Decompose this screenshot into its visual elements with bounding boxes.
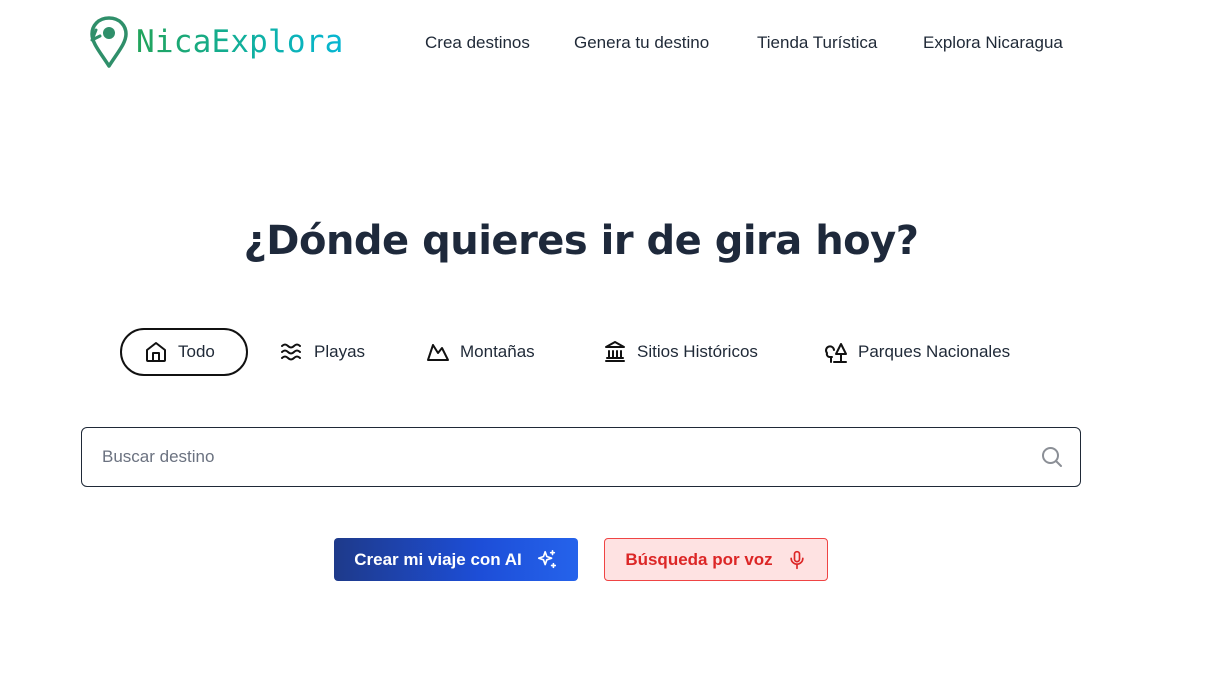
category-montanas[interactable]: Montañas (426, 328, 535, 376)
nav-genera-destino[interactable]: Genera tu destino (574, 33, 709, 53)
category-label: Todo (178, 342, 215, 361)
category-todo[interactable]: Todo (120, 328, 248, 376)
mountain-icon (427, 344, 449, 361)
waves-icon (281, 343, 301, 361)
brand-logo[interactable]: NicaExplora (88, 14, 344, 70)
page-title: ¿Dónde quieres ir de gira hoy? (243, 218, 919, 264)
search-bar (81, 427, 1081, 487)
category-label: Playas (314, 342, 366, 361)
category-sitios-historicos[interactable]: Sitios Históricos (603, 328, 758, 376)
search-input[interactable] (82, 428, 1040, 486)
sparkles-icon (537, 549, 556, 568)
home-icon (146, 342, 166, 362)
category-parques-nacionales[interactable]: Parques Nacionales (824, 328, 1010, 376)
nav-crea-destinos[interactable]: Crea destinos (425, 33, 530, 53)
search-icon[interactable] (1040, 445, 1064, 469)
microphone-icon (790, 550, 804, 569)
category-label: Parques Nacionales (858, 342, 1011, 361)
nav-tienda-turistica[interactable]: Tienda Turística (757, 33, 877, 53)
voice-search-button[interactable]: Búsqueda por voz (604, 538, 828, 581)
landmark-icon (605, 341, 625, 362)
category-label: Montañas (460, 342, 535, 361)
create-trip-ai-button[interactable]: Crear mi viaje con AI (334, 538, 578, 581)
trees-icon (825, 343, 847, 363)
voice-button-label: Búsqueda por voz (625, 549, 773, 569)
ai-button-label: Crear mi viaje con AI (354, 549, 522, 569)
brand-name: NicaExplora (136, 24, 344, 60)
category-label: Sitios Históricos (637, 342, 758, 361)
category-playas[interactable]: Playas (280, 328, 365, 376)
nav-explora-nicaragua[interactable]: Explora Nicaragua (923, 33, 1063, 53)
map-pin-logo-icon (90, 16, 128, 68)
